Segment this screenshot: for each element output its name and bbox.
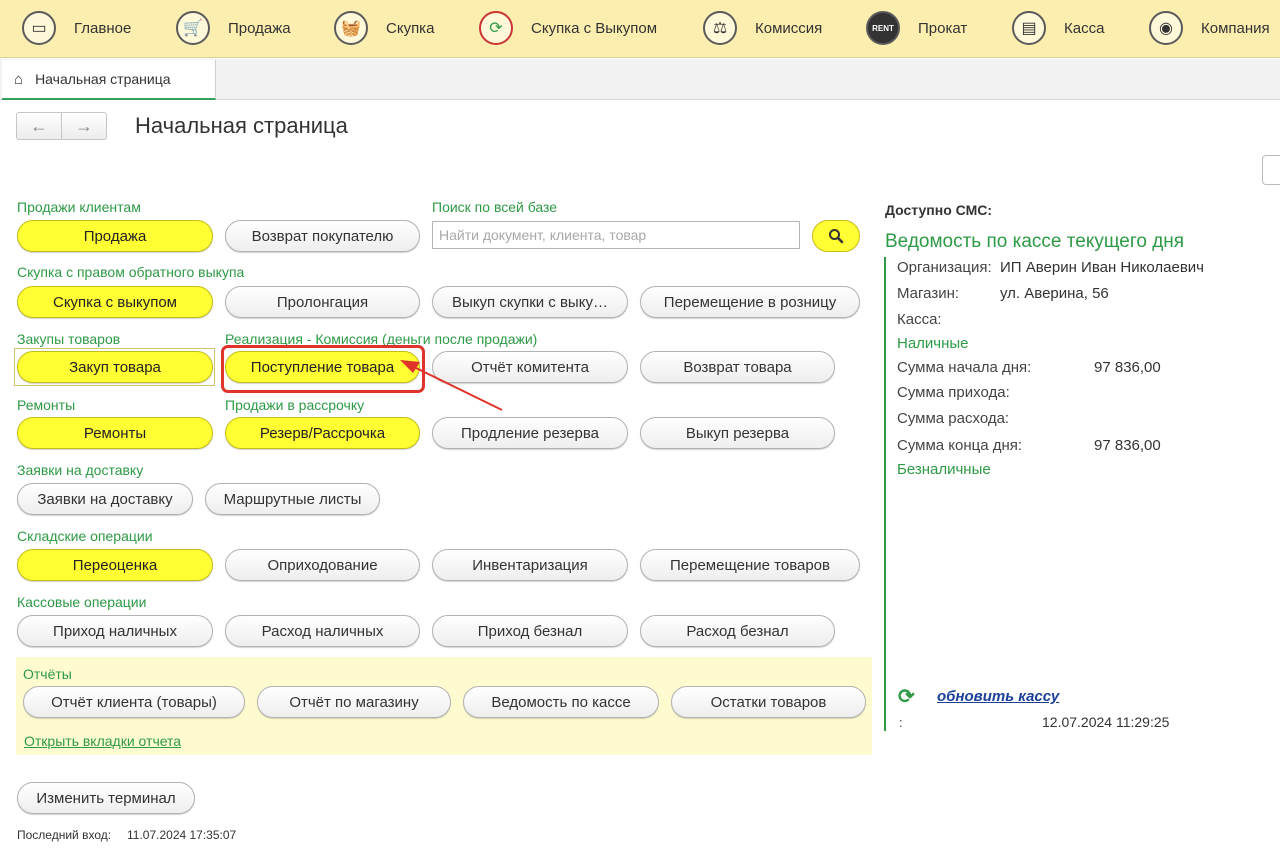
nav-buyback[interactable]: ⟳ Скупка с Выкупом [479, 8, 657, 48]
forward-arrow-icon[interactable]: → [62, 113, 106, 139]
cashless-section-label: Безналичные [897, 461, 991, 478]
nav-sales[interactable]: 🛒 Продажа [176, 8, 291, 48]
revaluation-button[interactable]: Переоценка [17, 549, 213, 581]
refresh-icon[interactable]: ⟳ [898, 684, 915, 709]
day-end-label: Сумма конца дня: [897, 437, 1023, 454]
search-input[interactable] [432, 221, 800, 249]
extend-reserve-button[interactable]: Продление резерва [432, 417, 628, 449]
nav-rent[interactable]: RENT Прокат [866, 8, 967, 48]
cycle-arrows-icon: ⟳ [479, 11, 513, 45]
monitor-icon: ▭ [22, 11, 56, 45]
cashbook-report-button[interactable]: Ведомость по кассе [463, 686, 659, 718]
nav-company-label: Компания [1201, 19, 1270, 37]
income-label: Сумма прихода: [897, 384, 1010, 401]
goods-return-button[interactable]: Возврат товара [640, 351, 835, 383]
history-nav: ← → [16, 112, 107, 140]
nav-main-label: Главное [74, 19, 132, 37]
route-sheets-button[interactable]: Маршрутные листы [205, 483, 380, 515]
top-menu-bar: ▭ Главное 🛒 Продажа 🧺 Скупка ⟳ Скупка с … [0, 0, 1280, 58]
tab-home-label: Начальная страница [35, 71, 171, 87]
org-value: ИП Аверин Иван Николаевич [1000, 259, 1204, 276]
cash-out-button[interactable]: Расход наличных [225, 615, 420, 647]
nav-sales-label: Продажа [228, 19, 291, 37]
open-report-tabs-link[interactable]: Открыть вкладки отчета [24, 733, 181, 749]
cart-icon: 🛒 [176, 11, 210, 45]
purchase-goods-button[interactable]: Закуп товара [17, 351, 213, 383]
back-arrow-icon[interactable]: ← [17, 113, 62, 139]
scales-icon: ⚖ [703, 11, 737, 45]
timestamp-colon: : [899, 715, 903, 730]
store-report-button[interactable]: Отчёт по магазину [257, 686, 451, 718]
page-title: Начальная страница [135, 113, 348, 138]
refresh-cash-link[interactable]: обновить кассу [937, 688, 1059, 705]
nav-buying-label: Скупка [386, 19, 435, 37]
sms-available-label: Доступно СМС: [885, 202, 993, 218]
nav-company[interactable]: ◉ Компания [1149, 8, 1270, 48]
buyback-button[interactable]: Скупка с выкупом [17, 286, 213, 318]
consignor-report-button[interactable]: Отчёт комитента [432, 351, 628, 383]
org-label: Организация: [897, 259, 992, 276]
client-report-button[interactable]: Отчёт клиента (товары) [23, 686, 245, 718]
repairs-button[interactable]: Ремонты [17, 417, 213, 449]
capitalization-button[interactable]: Оприходование [225, 549, 420, 581]
stock-report-button[interactable]: Остатки товаров [671, 686, 866, 718]
search-icon [829, 229, 844, 244]
buyback-group-label: Скупка с правом обратного выкупа [17, 264, 245, 280]
warehouse-group-label: Складские операции [17, 528, 153, 544]
last-login-label: Последний вход: [17, 828, 112, 842]
cash-section-label: Наличные [897, 335, 969, 352]
change-terminal-button[interactable]: Изменить терминал [17, 782, 195, 814]
nav-main[interactable]: ▭ Главное [22, 8, 131, 48]
buyback-redeem-button[interactable]: Выкуп скупки с выку… [432, 286, 628, 318]
edge-button[interactable] [1262, 155, 1280, 185]
delivery-group-label: Заявки на доставку [17, 462, 144, 478]
nav-rent-label: Прокат [918, 19, 968, 37]
tab-home-page[interactable]: ⌂ Начальная страница [2, 60, 216, 100]
search-group-label: Поиск по всей базе [432, 199, 558, 215]
move-to-retail-button[interactable]: Перемещение в розницу [640, 286, 860, 318]
purchases-group-label: Закупы товаров [17, 331, 121, 347]
nav-buyback-label: Скупка с Выкупом [531, 19, 658, 37]
reports-group-label: Отчёты [23, 666, 72, 682]
cash-timestamp: 12.07.2024 11:29:25 [1042, 714, 1170, 730]
search-button[interactable] [812, 220, 860, 252]
inventory-button[interactable]: Инвентаризация [432, 549, 628, 581]
move-goods-button[interactable]: Перемещение товаров [640, 549, 860, 581]
sales-group-label: Продажи клиентам [17, 199, 141, 215]
expense-label: Сумма расхода: [897, 410, 1010, 427]
basket-icon: 🧺 [334, 11, 368, 45]
day-start-value: 97 836,00 [1094, 359, 1161, 376]
nav-buying[interactable]: 🧺 Скупка [334, 8, 434, 48]
nav-commission[interactable]: ⚖ Комиссия [703, 8, 822, 48]
delivery-orders-button[interactable]: Заявки на доставку [17, 483, 193, 515]
prolongation-button[interactable]: Пролонгация [225, 286, 420, 318]
cashless-out-button[interactable]: Расход безнал [640, 615, 835, 647]
tab-strip: ⌂ Начальная страница [0, 59, 1280, 100]
company-icon: ◉ [1149, 11, 1183, 45]
cashless-in-button[interactable]: Приход безнал [432, 615, 628, 647]
register-label: Касса: [897, 311, 942, 328]
cash-ops-group-label: Кассовые операции [17, 594, 147, 610]
redeem-reserve-button[interactable]: Выкуп резерва [640, 417, 835, 449]
reserve-installment-button[interactable]: Резерв/Рассрочка [225, 417, 420, 449]
customer-return-button[interactable]: Возврат покупателю [225, 220, 420, 252]
cash-statement-title: Ведомость по кассе текущего дня [885, 231, 1185, 252]
store-value: ул. Аверина, 56 [1000, 285, 1109, 302]
nav-commission-label: Комиссия [755, 19, 823, 37]
sale-button[interactable]: Продажа [17, 220, 213, 252]
highlight-box [221, 345, 425, 393]
installments-group-label: Продажи в рассрочку [225, 397, 365, 413]
store-label: Магазин: [897, 285, 960, 302]
cash-in-button[interactable]: Приход наличных [17, 615, 213, 647]
day-end-value: 97 836,00 [1094, 437, 1161, 454]
statement-divider [884, 257, 886, 731]
last-login-value: 11.07.2024 17:35:07 [127, 828, 237, 842]
repairs-group-label: Ремонты [17, 397, 76, 413]
nav-cash[interactable]: ▤ Касса [1012, 8, 1104, 48]
home-icon: ⌂ [14, 70, 24, 88]
rent-icon: RENT [866, 11, 900, 45]
cash-register-icon: ▤ [1012, 11, 1046, 45]
day-start-label: Сумма начала дня: [897, 359, 1032, 376]
nav-cash-label: Касса [1064, 19, 1105, 37]
